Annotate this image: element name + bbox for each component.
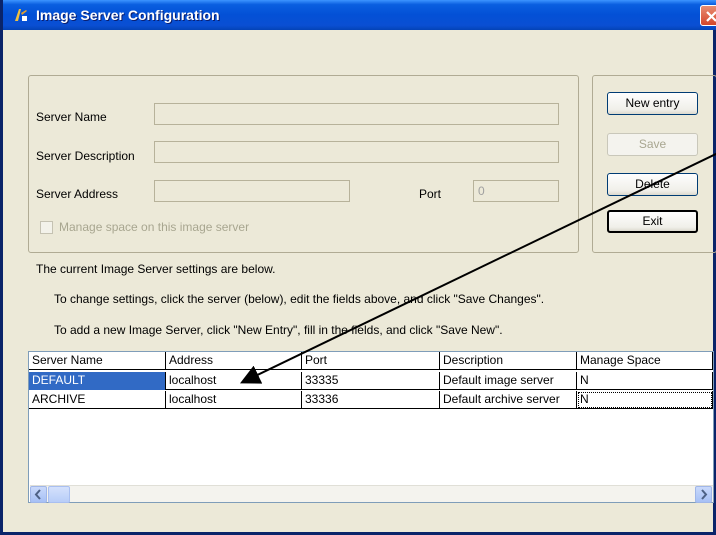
app-window: Image Server Configuration Server Name S… xyxy=(0,0,716,535)
chevron-right-icon xyxy=(701,489,708,500)
column-header-description[interactable]: Description xyxy=(440,352,577,370)
window-title: Image Server Configuration xyxy=(36,7,220,23)
cell-manage-space[interactable]: N xyxy=(577,391,713,409)
chevron-left-icon xyxy=(34,489,41,500)
cell-address[interactable]: localhost xyxy=(166,372,302,390)
manage-space-checkbox[interactable] xyxy=(40,221,53,234)
port-label: Port xyxy=(419,187,442,201)
close-button[interactable] xyxy=(700,5,716,26)
server-table[interactable]: Server Name Address Port Description Man… xyxy=(28,351,714,503)
port-field[interactable]: 0 xyxy=(473,180,559,202)
scroll-thumb[interactable] xyxy=(48,486,70,503)
column-header-port[interactable]: Port xyxy=(302,352,440,370)
column-header-address[interactable]: Address xyxy=(166,352,302,370)
exit-button[interactable]: Exit xyxy=(607,210,698,233)
info-line-3: To add a new Image Server, click "New En… xyxy=(54,323,503,337)
table-row[interactable]: DEFAULT localhost 33335 Default image se… xyxy=(29,372,713,390)
server-description-field[interactable] xyxy=(154,141,559,163)
app-icon xyxy=(15,9,27,21)
cell-address[interactable]: localhost xyxy=(166,391,302,409)
horizontal-scrollbar[interactable] xyxy=(30,485,713,503)
server-name-field[interactable] xyxy=(154,103,559,125)
close-icon xyxy=(706,11,716,22)
save-button[interactable]: Save xyxy=(607,133,698,156)
server-description-label: Server Description xyxy=(36,149,135,163)
cell-port[interactable]: 33335 xyxy=(302,372,440,390)
info-line-1: The current Image Server settings are be… xyxy=(36,262,276,276)
table-header: Server Name Address Port Description Man… xyxy=(29,352,713,370)
title-bar[interactable]: Image Server Configuration xyxy=(3,0,716,30)
column-header-manage-space[interactable]: Manage Space xyxy=(577,352,713,370)
table-row[interactable]: ARCHIVE localhost 33336 Default archive … xyxy=(29,391,713,409)
server-name-label: Server Name xyxy=(36,110,107,124)
info-line-2: To change settings, click the server (be… xyxy=(54,292,545,306)
cell-manage-space[interactable]: N xyxy=(577,372,713,390)
delete-button[interactable]: Delete xyxy=(607,173,698,196)
cell-description[interactable]: Default image server xyxy=(440,372,577,390)
cell-server-name[interactable]: ARCHIVE xyxy=(29,391,166,409)
cell-port[interactable]: 33336 xyxy=(302,391,440,409)
server-address-field[interactable] xyxy=(154,180,350,202)
cell-server-name[interactable]: DEFAULT xyxy=(29,372,166,390)
cell-description[interactable]: Default archive server xyxy=(440,391,577,409)
new-entry-button[interactable]: New entry xyxy=(607,92,698,115)
server-address-label: Server Address xyxy=(36,187,119,201)
column-header-server-name[interactable]: Server Name xyxy=(29,352,166,370)
manage-space-label: Manage space on this image server xyxy=(59,220,250,234)
scroll-right-button[interactable] xyxy=(695,486,712,503)
scroll-left-button[interactable] xyxy=(30,486,47,503)
